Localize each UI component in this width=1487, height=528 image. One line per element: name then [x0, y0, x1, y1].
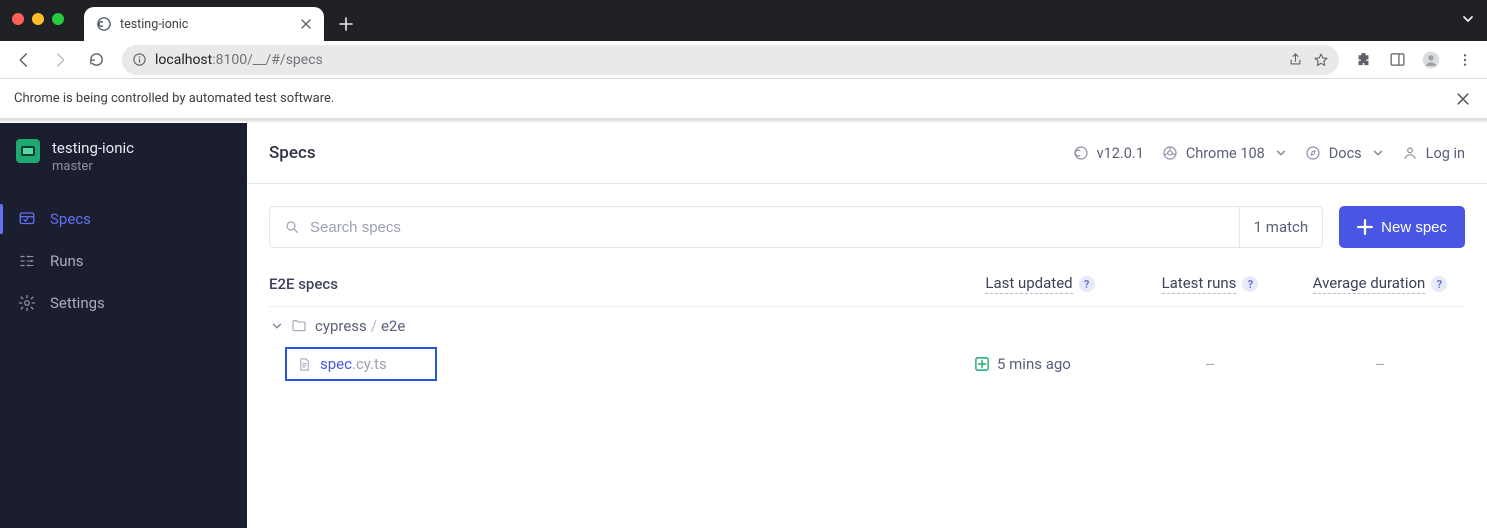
folder-segment: cypress [315, 317, 367, 335]
automation-infobar: Chrome is being controlled by automated … [0, 79, 1487, 119]
window-controls [12, 13, 64, 25]
chrome-icon [1162, 145, 1178, 161]
bookmark-star-icon[interactable] [1313, 52, 1329, 68]
help-icon[interactable]: ? [1242, 276, 1258, 292]
browser-tab-strip: testing-ionic [0, 0, 1487, 41]
plus-icon [1357, 219, 1373, 235]
browser-selector[interactable]: Chrome 108 [1162, 145, 1287, 162]
cypress-favicon-icon [96, 16, 112, 32]
file-icon [297, 357, 312, 372]
col-heading-avg-duration[interactable]: Average duration ? [1295, 274, 1465, 294]
chrome-menu-button[interactable] [1451, 46, 1479, 74]
sidebar-item-label: Runs [50, 252, 84, 270]
profile-avatar-button[interactable] [1417, 46, 1445, 74]
col-label: Latest runs [1162, 274, 1237, 294]
main-panel: Specs v12.0.1 Chrome 108 [247, 123, 1487, 528]
url-port: :8100 [212, 52, 247, 68]
sidebar-item-label: Settings [50, 294, 105, 312]
sidebar-nav: Specs Runs Settings [0, 198, 247, 324]
specs-content: 1 match New spec E2E specs Last updated … [247, 184, 1487, 383]
last-updated-text: 5 mins ago [997, 355, 1071, 373]
search-icon [284, 219, 300, 235]
window-fullscreen-button[interactable] [52, 13, 64, 25]
side-panel-button[interactable] [1383, 46, 1411, 74]
match-count: 1 match [1239, 207, 1309, 247]
spec-basename: spec [320, 355, 352, 373]
folder-icon [291, 318, 307, 334]
folder-path: cypress/e2e [315, 317, 405, 335]
login-label: Log in [1426, 145, 1465, 162]
sidebar-item-specs[interactable]: Specs [0, 198, 247, 240]
spec-row[interactable]: spec.cy.ts 5 mins ago -- -- [269, 345, 1465, 383]
sidebar-item-label: Specs [50, 210, 91, 228]
col-heading-specs: E2E specs [269, 275, 955, 293]
search-input[interactable] [310, 219, 1229, 236]
address-bar[interactable]: localhost:8100/__/#/specs [122, 45, 1339, 75]
sidebar-item-settings[interactable]: Settings [0, 282, 247, 324]
share-icon[interactable] [1288, 52, 1303, 68]
folder-row[interactable]: cypress/e2e [269, 307, 1465, 345]
new-spec-button[interactable]: New spec [1339, 206, 1465, 248]
login-button[interactable]: Log in [1402, 145, 1465, 162]
version-text: v12.0.1 [1097, 145, 1144, 162]
chevron-down-icon [1275, 147, 1287, 159]
cypress-logo-icon [1073, 145, 1089, 161]
extensions-button[interactable] [1349, 46, 1377, 74]
new-spec-label: New spec [1381, 219, 1447, 236]
specs-table-header: E2E specs Last updated ? Latest runs ? A… [269, 274, 1465, 304]
help-icon[interactable]: ? [1079, 276, 1095, 292]
runs-icon [18, 252, 36, 270]
col-label: Average duration [1313, 274, 1426, 294]
reload-button[interactable] [80, 44, 112, 76]
page-header: Specs v12.0.1 Chrome 108 [247, 123, 1487, 184]
window-tabs-dropdown[interactable] [1461, 12, 1475, 26]
cypress-version[interactable]: v12.0.1 [1073, 145, 1144, 162]
browser-tab[interactable]: testing-ionic [84, 7, 324, 41]
sidebar: testing-ionic master Specs Runs [0, 123, 247, 528]
col-label: Last updated [985, 274, 1072, 294]
project-name: testing-ionic [52, 139, 134, 157]
url-text: localhost:8100/__/#/specs [155, 52, 1280, 68]
window-minimize-button[interactable] [32, 13, 44, 25]
site-info-icon[interactable] [132, 52, 147, 67]
sidebar-item-runs[interactable]: Runs [0, 240, 247, 282]
spec-avg-duration: -- [1295, 355, 1465, 373]
back-button[interactable] [8, 44, 40, 76]
col-heading-last-updated[interactable]: Last updated ? [955, 274, 1125, 294]
spec-last-updated: 5 mins ago [955, 355, 1125, 373]
git-added-icon [975, 357, 989, 371]
col-heading-latest-runs[interactable]: Latest runs ? [1125, 274, 1295, 294]
help-icon[interactable]: ? [1431, 276, 1447, 292]
browser-label: Chrome 108 [1186, 145, 1265, 162]
docs-label: Docs [1329, 145, 1362, 162]
forward-button[interactable] [44, 44, 76, 76]
page-title: Specs [269, 143, 316, 163]
spec-latest-runs: -- [1125, 355, 1295, 373]
project-branch: master [52, 159, 134, 174]
compass-icon [1305, 145, 1321, 161]
search-box[interactable]: 1 match [269, 206, 1323, 248]
specs-icon [18, 210, 36, 228]
docs-link[interactable]: Docs [1305, 145, 1384, 162]
chevron-down-icon [1372, 147, 1384, 159]
infobar-close-button[interactable] [1453, 89, 1473, 109]
spec-file-chip[interactable]: spec.cy.ts [285, 347, 437, 381]
spec-extension: .cy.ts [352, 355, 387, 373]
user-icon [1402, 145, 1418, 161]
browser-tab-title: testing-ionic [120, 17, 290, 32]
gear-icon [18, 294, 36, 312]
browser-toolbar: localhost:8100/__/#/specs [0, 41, 1487, 79]
cypress-app: testing-ionic master Specs Runs [0, 123, 1487, 528]
url-path: /__/#/specs [247, 52, 323, 68]
window-close-button[interactable] [12, 13, 24, 25]
chevron-down-icon [271, 320, 283, 332]
project-switcher[interactable]: testing-ionic master [0, 133, 247, 192]
tab-close-button[interactable] [298, 16, 314, 32]
automation-infobar-text: Chrome is being controlled by automated … [14, 91, 334, 106]
url-host: localhost [155, 52, 212, 68]
folder-segment: e2e [381, 317, 405, 335]
project-icon [16, 139, 40, 163]
new-tab-button[interactable] [332, 10, 360, 38]
